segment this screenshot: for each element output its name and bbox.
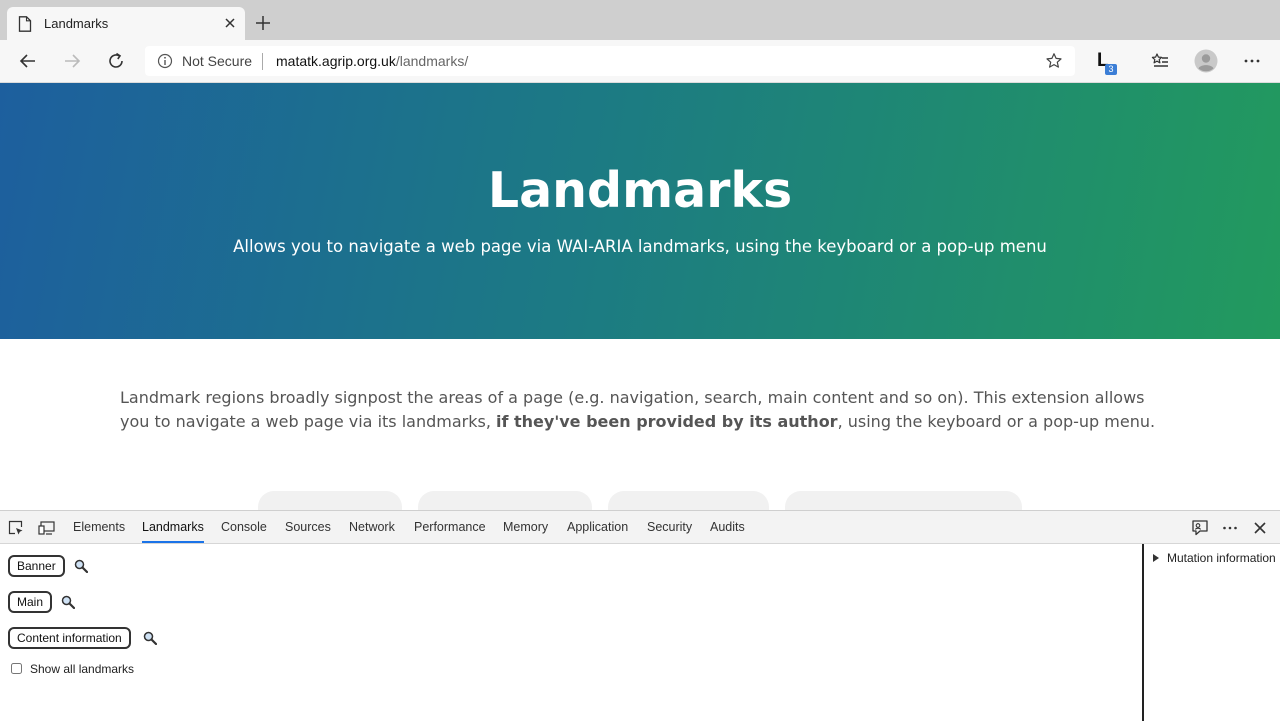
page-subtitle: Allows you to navigate a web page via WA… (233, 237, 1047, 256)
feedback-icon[interactable] (1191, 519, 1209, 537)
tab-performance[interactable]: Performance (414, 511, 486, 543)
address-separator (262, 53, 263, 70)
url-host: matatk.agrip.org.uk (276, 53, 396, 69)
tab-application[interactable]: Application (567, 511, 628, 543)
intro-paragraph: Landmark regions broadly signpost the ar… (120, 386, 1165, 434)
browser-tab[interactable]: Landmarks (7, 7, 245, 40)
browser-tab-strip: Landmarks (0, 0, 1280, 40)
show-all-landmarks-checkbox[interactable] (11, 663, 22, 674)
info-icon[interactable] (157, 53, 173, 69)
devtools-sidebar: Mutation information (1142, 544, 1280, 721)
close-icon[interactable] (223, 16, 237, 30)
triangle-right-icon (1153, 554, 1159, 562)
tab-sources[interactable]: Sources (285, 511, 331, 543)
show-all-landmarks-label: Show all landmarks (30, 662, 135, 676)
hero-banner: Landmarks Allows you to navigate a web p… (0, 83, 1280, 339)
landmark-button-banner[interactable]: Banner (8, 555, 65, 577)
inspect-icon[interactable] (8, 520, 24, 536)
devtools-tab-bar: Elements Landmarks Console Sources Netwo… (0, 511, 1280, 544)
tab-elements[interactable]: Elements (73, 511, 125, 543)
avatar-icon[interactable] (1194, 49, 1218, 73)
search-icon[interactable] (61, 595, 75, 609)
page-title: Landmarks (487, 162, 793, 219)
close-icon[interactable] (1251, 519, 1269, 537)
landmark-button-content-information[interactable]: Content information (8, 627, 131, 649)
intro-text-bold: if they've been provided by its author (496, 412, 838, 431)
search-icon[interactable] (74, 559, 88, 573)
browser-toolbar: Not Secure matatk.agrip.org.uk/landmarks… (0, 40, 1280, 83)
tab-audits[interactable]: Audits (710, 511, 745, 543)
intro-text-end: , using the keyboard or a pop-up menu. (837, 412, 1156, 431)
tab-console[interactable]: Console (221, 511, 267, 543)
address-bar[interactable]: Not Secure matatk.agrip.org.uk/landmarks… (145, 46, 1075, 76)
favorites-icon[interactable] (1150, 51, 1170, 71)
extension-badge: 3 (1105, 64, 1117, 75)
not-secure-label[interactable]: Not Secure (182, 53, 252, 69)
more-icon[interactable] (1242, 51, 1262, 71)
device-icon[interactable] (38, 520, 56, 536)
star-icon[interactable] (1045, 52, 1063, 70)
devtools-panel: Elements Landmarks Console Sources Netwo… (0, 510, 1280, 721)
tab-landmarks[interactable]: Landmarks (142, 511, 204, 543)
back-arrow-icon[interactable] (18, 51, 38, 71)
tab-network[interactable]: Network (349, 511, 395, 543)
more-icon[interactable] (1221, 519, 1239, 537)
landmarks-extension-button[interactable]: L 3 (1095, 50, 1119, 76)
url-text[interactable]: matatk.agrip.org.uk/landmarks/ (276, 53, 468, 69)
tab-memory[interactable]: Memory (503, 511, 548, 543)
page-icon (18, 16, 32, 32)
search-icon[interactable] (143, 631, 157, 645)
tab-security[interactable]: Security (647, 511, 692, 543)
plus-icon[interactable] (254, 14, 272, 32)
landmark-button-main[interactable]: Main (8, 591, 53, 613)
mutation-information-label: Mutation information (1167, 551, 1276, 565)
tab-title: Landmarks (44, 16, 109, 31)
refresh-icon[interactable] (106, 51, 126, 71)
forward-arrow-icon[interactable] (62, 51, 82, 71)
url-path: /landmarks/ (395, 53, 469, 69)
